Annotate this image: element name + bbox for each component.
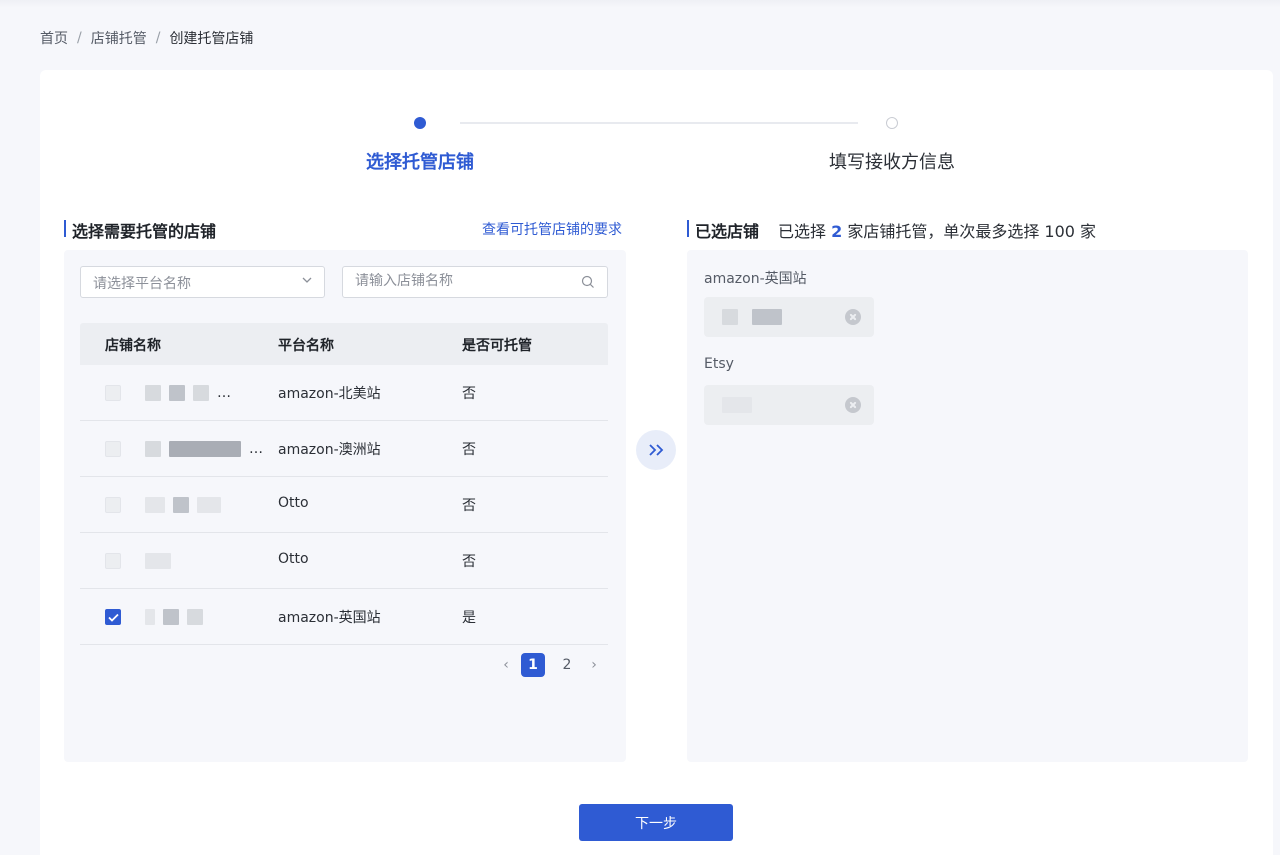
shop-search-field[interactable] [342,266,608,298]
shop-name-ellipsis: … [249,441,263,457]
row-checkbox[interactable] [105,385,121,401]
selected-group-label: amazon-英国站 [704,271,807,287]
eligible-value: 否 [462,386,476,402]
step-1-indicator [414,117,426,129]
redaction-block [145,609,155,625]
redaction-block [169,441,241,457]
chevron-down-icon [302,277,312,283]
selected-shop-chip [704,385,874,425]
shop-name-redacted [722,309,782,325]
pagination-page-1[interactable]: 1 [521,653,545,677]
table-row[interactable]: … amazon-澳洲站 否 [80,421,608,477]
summary-prefix: 已选择 [778,222,827,241]
step-2-label: 填写接收方信息 [829,152,955,173]
eligible-value: 是 [462,610,476,626]
selection-summary: 已选择 2 家店铺托管，单次最多选择 100 家 [778,218,1096,242]
pagination-next-icon[interactable]: › [584,657,604,673]
step-connector [460,122,858,124]
next-button[interactable]: 下一步 [579,804,733,841]
platform-name: amazon-英国站 [278,610,381,626]
eligible-value: 否 [462,554,476,570]
breadcrumb-current: 创建托管店铺 [169,31,254,47]
shop-name-redacted [145,489,265,521]
shop-selection-panel: 请选择平台名称 店铺名称 平台名称 是否可托管 … amazon-北美站 否 [64,250,626,762]
top-shadow [0,0,1280,8]
step-2-indicator [886,117,898,129]
table-row[interactable]: … amazon-北美站 否 [80,365,608,421]
redaction-block [163,609,179,625]
table-header: 店铺名称 平台名称 是否可托管 [80,323,608,365]
shop-name-redacted [145,601,265,633]
redaction-block [173,497,189,513]
shop-search-input[interactable] [355,273,565,289]
table-row[interactable]: amazon-英国站 是 [80,589,608,645]
platform-name: amazon-澳洲站 [278,442,381,458]
transfer-button[interactable] [636,430,676,470]
summary-suffix: 家店铺托管，单次最多选择 100 家 [847,222,1097,241]
breadcrumb-home[interactable]: 首页 [40,28,68,48]
breadcrumb: 首页 / 店铺托管 / 创建托管店铺 [40,28,253,48]
row-checkbox[interactable] [105,441,121,457]
pagination-prev-icon[interactable]: ‹ [496,657,516,673]
breadcrumb-separator: / [155,30,161,46]
shop-name-ellipsis: … [217,385,231,401]
row-checkbox-checked[interactable] [105,609,121,625]
right-section-title: 已选店铺 [687,218,759,242]
requirements-link[interactable]: 查看可托管店铺的要求 [482,219,622,239]
shop-name-redacted [722,397,752,413]
redaction-block [187,609,203,625]
checkmark-icon [108,613,119,622]
table-row[interactable]: Otto 否 [80,477,608,533]
redaction-block [197,497,221,513]
main-card: 选择托管店铺 填写接收方信息 选择需要托管的店铺 查看可托管店铺的要求 请选择平… [40,70,1273,855]
platform-name: Otto [278,551,309,567]
redaction-block [169,385,185,401]
left-section-title: 选择需要托管的店铺 [64,218,216,242]
pagination-page-2[interactable]: 2 [555,653,579,677]
search-icon[interactable] [581,275,595,289]
double-chevron-right-icon [649,444,664,456]
column-shop-name: 店铺名称 [105,338,161,354]
platform-name: Otto [278,495,309,511]
redaction-block [145,441,161,457]
platform-select-placeholder: 请选择平台名称 [93,276,191,292]
eligible-value: 否 [462,498,476,514]
redaction-block [145,385,161,401]
platform-select[interactable]: 请选择平台名称 [80,266,325,298]
row-checkbox[interactable] [105,497,121,513]
breadcrumb-separator: / [77,30,82,46]
breadcrumb-shop-hosting[interactable]: 店铺托管 [91,28,147,48]
shop-name-redacted: … [145,433,265,465]
redaction-block [145,553,171,569]
selected-count: 2 [831,222,843,241]
redaction-block [752,309,782,325]
step-1-label: 选择托管店铺 [366,152,474,173]
selected-group-label: Etsy [704,356,734,372]
redaction-block [722,309,738,325]
remove-icon[interactable] [845,397,861,413]
pagination: ‹ 1 2 › [496,653,604,677]
selected-shops-panel: amazon-英国站 Etsy [687,250,1248,762]
redaction-block [193,385,209,401]
column-eligible: 是否可托管 [462,338,532,354]
redaction-block [722,397,752,413]
shop-name-redacted [145,545,265,577]
shop-name-redacted: … [145,377,265,409]
platform-name: amazon-北美站 [278,386,381,402]
remove-icon[interactable] [845,309,861,325]
redaction-block [145,497,165,513]
row-checkbox[interactable] [105,553,121,569]
column-platform-name: 平台名称 [278,338,334,354]
table-row[interactable]: Otto 否 [80,533,608,589]
selected-shop-chip [704,297,874,337]
eligible-value: 否 [462,442,476,458]
